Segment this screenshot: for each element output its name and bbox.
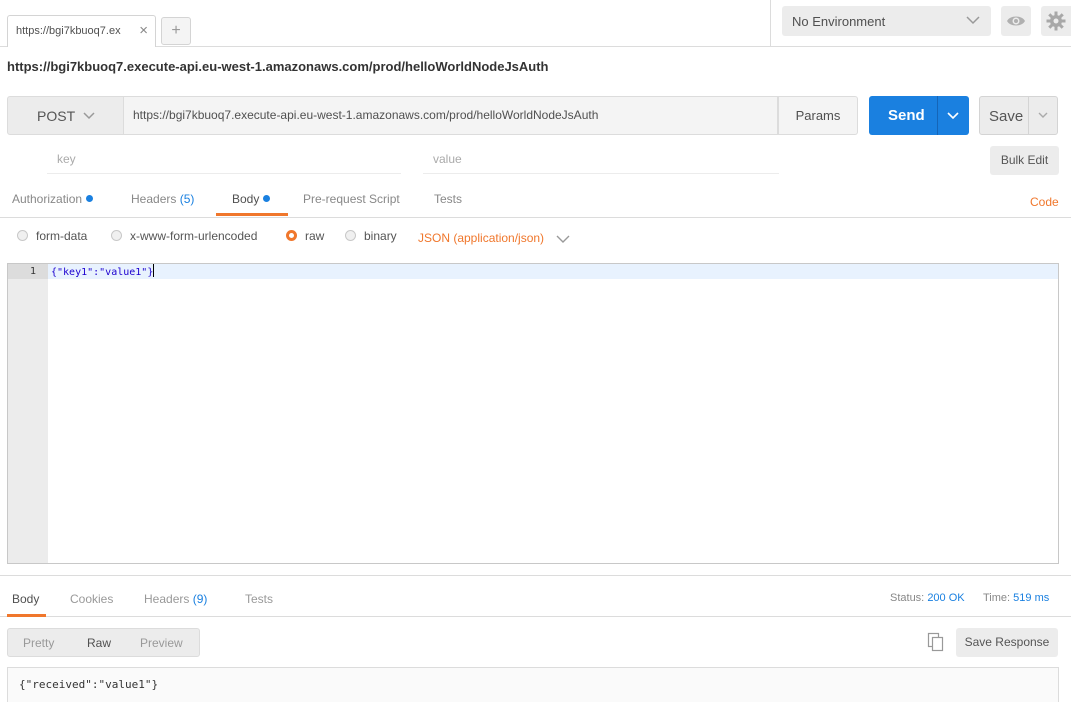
radio-circle [111,230,122,241]
response-tab-cookies[interactable]: Cookies [70,592,113,606]
save-label: Save [989,108,1024,125]
save-response-button[interactable]: Save Response [956,628,1058,657]
radio-form-data[interactable]: form-data [17,229,87,243]
bulk-edit-button[interactable]: Bulk Edit [990,146,1059,175]
indicator-dot [263,195,271,202]
save-button[interactable]: Save [979,96,1058,135]
code-line-text: {"key1":"value1"} [51,267,154,278]
radio-binary[interactable]: binary [345,229,397,243]
time-label: Time: [983,592,1011,604]
active-tab-underline [7,614,46,617]
tab-body[interactable]: Body [232,192,271,206]
radio-binary-label: binary [364,229,397,243]
response-tab-tests[interactable]: Tests [245,592,273,606]
method-select[interactable]: POST [7,96,124,135]
environment-divider [770,0,771,46]
response-tabs: Body Cookies Headers (9) Tests Status: 2… [0,576,1071,617]
response-tab-headers-label: Headers [144,592,190,606]
params-button[interactable]: Params [778,96,858,135]
chevron-down-icon [966,16,980,25]
environment-label: No Environment [792,14,886,29]
param-value-input[interactable]: value [423,146,779,174]
tab-bar: https://bgi7kbuoq7.ex × + No Environment [0,0,1071,47]
response-view-toggle: Pretty Raw Preview [7,628,200,657]
chevron-down-icon [83,112,95,120]
send-button[interactable]: Send [869,96,969,135]
save-separator [1028,97,1029,134]
tab-headers[interactable]: Headers (5) [131,192,194,206]
request-tab[interactable]: https://bgi7kbuoq7.ex × [7,15,156,47]
request-title: https://bgi7kbuoq7.execute-api.eu-west-1… [7,59,549,74]
chevron-down-icon[interactable] [556,232,570,246]
response-tab-body[interactable]: Body [12,592,39,606]
chevron-down-icon[interactable] [1036,109,1050,123]
manage-environments-button[interactable] [1041,6,1071,36]
radio-urlencoded-label: x-www-form-urlencoded [130,229,258,243]
tab-tests[interactable]: Tests [434,192,462,206]
response-time: Time: 519 ms [983,592,1049,604]
tab-authorization[interactable]: Authorization [12,192,94,206]
eye-icon [1007,16,1025,26]
text-cursor [153,264,155,277]
tab-pre-request-script[interactable]: Pre-request Script [303,192,400,206]
status-label: Status: [890,592,925,604]
view-raw-button[interactable]: Raw [87,636,111,650]
tab-headers-label: Headers [131,192,177,206]
chevron-down-icon[interactable] [946,109,960,123]
copy-icon[interactable] [926,632,946,652]
param-key-input[interactable]: key [47,146,401,174]
line-number: 1 [8,264,48,279]
indicator-dot [86,195,94,202]
response-status: Status: 200 OK [890,592,965,604]
code-line[interactable]: {"key1":"value1"} [51,264,155,280]
response-body: {"received":"value1"} [7,667,1059,702]
radio-circle [17,230,28,241]
code-link[interactable]: Code [1030,195,1059,209]
gear-icon [1046,11,1066,31]
status-value: 200 OK [927,592,965,604]
body-editor[interactable]: 1 {"key1":"value1"} [7,263,1059,564]
tab-authorization-label: Authorization [12,192,83,206]
add-tab-button[interactable]: + [161,17,191,45]
editor-gutter [8,264,48,563]
send-separator [937,96,938,135]
active-tab-underline [216,213,288,216]
send-label: Send [888,107,925,124]
radio-circle-selected [286,230,297,241]
radio-raw-label: raw [305,229,325,243]
radio-urlencoded[interactable]: x-www-form-urlencoded [111,229,257,243]
close-icon[interactable]: × [139,22,148,39]
response-tab-headers[interactable]: Headers (9) [144,592,207,606]
view-pretty-button[interactable]: Pretty [23,636,54,650]
request-tab-label: https://bgi7kbuoq7.ex [16,25,121,37]
view-preview-button[interactable]: Preview [140,636,183,650]
content-type-select[interactable]: JSON (application/json) [418,231,544,245]
active-line-highlight [48,264,1058,279]
headers-count: (5) [179,192,195,206]
radio-form-data-label: form-data [36,229,88,243]
method-label: POST [37,108,76,124]
tab-body-label: Body [232,192,260,206]
response-headers-count: (9) [192,592,208,606]
radio-circle [345,230,356,241]
time-value: 519 ms [1013,592,1050,604]
url-input[interactable]: https://bgi7kbuoq7.execute-api.eu-west-1… [124,96,778,135]
request-tabs: Authorization Headers (5) Body Pre-reque… [0,183,1071,218]
environment-select[interactable]: No Environment [782,6,991,36]
radio-raw[interactable]: raw [286,229,324,243]
environment-quick-look-button[interactable] [1001,6,1031,36]
